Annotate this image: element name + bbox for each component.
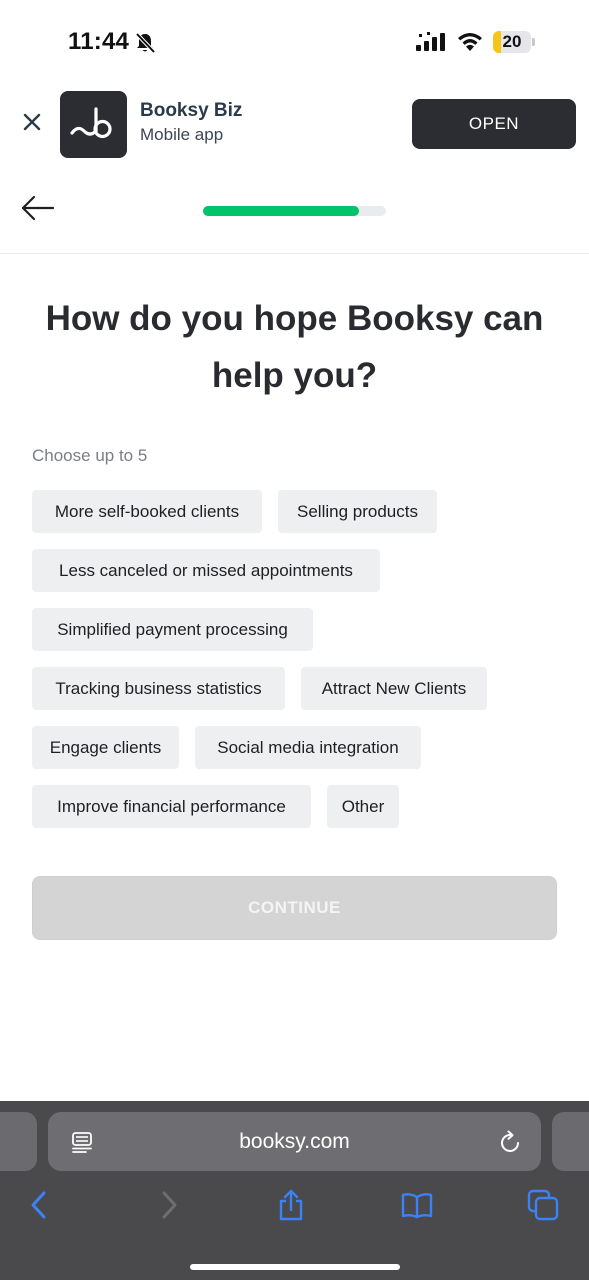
option-chip[interactable]: Social media integration [195, 726, 421, 769]
progress-fill [203, 206, 359, 216]
selection-hint: Choose up to 5 [32, 446, 148, 465]
continue-button[interactable]: CONTINUE [32, 876, 557, 940]
close-icon[interactable] [20, 110, 44, 134]
option-chip[interactable]: Engage clients [32, 726, 179, 769]
previous-tab-preview[interactable] [0, 1112, 37, 1171]
tabs-icon[interactable] [527, 1189, 559, 1221]
cellular-signal-icon [416, 32, 445, 51]
status-time: 11:44 [68, 28, 130, 55]
option-chip[interactable]: Improve financial performance [32, 785, 311, 828]
status-bar: 11:44 20 [0, 0, 589, 84]
booksy-logo-icon [70, 107, 112, 139]
option-chip[interactable]: Simplified payment processing [32, 608, 313, 651]
option-chip[interactable]: Less canceled or missed appointments [32, 549, 380, 592]
battery-percent: 20 [502, 32, 522, 51]
app-name: Booksy Biz [140, 100, 243, 121]
page-title: How do you hope Booksy can help you? [45, 299, 544, 395]
next-tab-preview[interactable] [552, 1112, 589, 1171]
divider [0, 253, 589, 254]
url-text: booksy.com [239, 1130, 350, 1153]
address-bar[interactable]: booksy.com [48, 1112, 541, 1171]
option-chip[interactable]: Tracking business statistics [32, 667, 285, 710]
option-chip[interactable]: Selling products [278, 490, 437, 533]
option-chip[interactable]: Other [327, 785, 399, 828]
chevron-left-icon[interactable] [24, 1189, 56, 1221]
bookmarks-icon[interactable] [401, 1189, 433, 1221]
reload-icon[interactable] [499, 1129, 523, 1155]
share-icon[interactable] [275, 1189, 307, 1221]
option-chip[interactable]: More self-booked clients [32, 490, 262, 533]
home-indicator [190, 1264, 400, 1270]
app-download-banner: Booksy Biz Mobile app OPEN [0, 84, 589, 166]
arrow-left-icon[interactable] [20, 193, 56, 223]
app-subtitle: Mobile app [140, 125, 224, 144]
progress-bar [203, 206, 386, 216]
chevron-right-icon[interactable] [152, 1189, 184, 1221]
bell-muted-icon [135, 32, 156, 54]
battery-indicator: 20 [493, 31, 535, 53]
wifi-icon [458, 33, 482, 51]
open-app-button[interactable]: OPEN [412, 99, 576, 149]
option-chip[interactable]: Attract New Clients [301, 667, 487, 710]
browser-toolbar: booksy.com [0, 1101, 589, 1280]
booksy-app-icon [60, 91, 127, 158]
